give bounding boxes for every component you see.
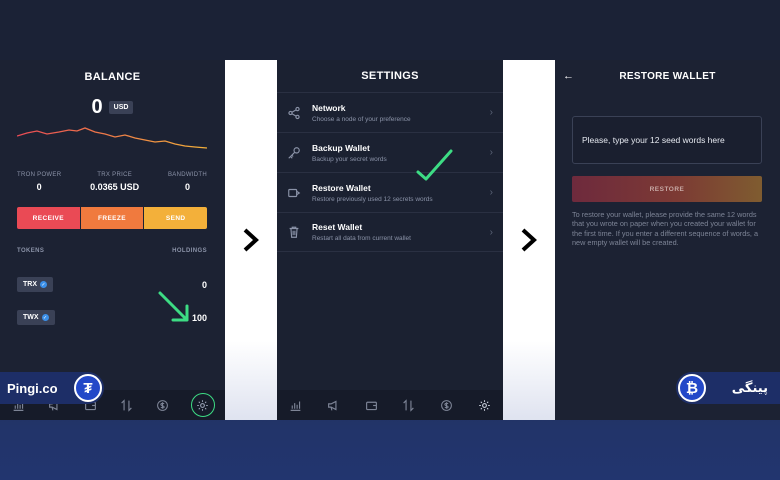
restore-wallet-screen: ← RESTORE WALLET Please, type your 12 se… [555,60,780,420]
stat-label: TRX PRICE [97,172,133,178]
balance-screen: BALANCE 0 USD TRON POWER 0 TRX PRICE 0.0… [0,60,225,420]
freeze-button[interactable]: FREEZE [80,207,144,229]
step-divider [225,60,277,420]
chevron-right-icon: › [489,107,493,118]
stat-label: TRON POWER [17,172,62,178]
bitcoin-coin-icon: ₿ [678,374,706,402]
chevron-right-icon: › [489,226,493,238]
gear-icon[interactable] [190,393,215,417]
bottom-nav [277,390,503,420]
balance-row: 0 USD [0,96,225,119]
settings-item-title: Network [312,102,346,113]
token-symbol: TRX [23,281,37,288]
wallet-restore-icon [288,188,301,197]
stat-value: 0.0365 USD [90,182,140,192]
transfer-icon[interactable] [401,397,417,413]
token-symbol: TWX [23,314,39,321]
settings-item-title: Restore Wallet [312,182,371,193]
settings-item-restore-wallet[interactable]: Restore Wallet Restore previously used 1… [277,172,503,212]
page-title: SETTINGS [361,70,419,82]
settings-item-subtitle: Restore previously used 12 secrets words [312,195,433,203]
share-icon [288,106,300,119]
stat-value: 0 [36,182,42,192]
chevron-right-icon: › [489,147,493,158]
stat-value: 0 [184,182,190,192]
watermark-text: Pingi.co [7,380,58,396]
tokens-label: TOKENS [17,248,45,254]
megaphone-icon[interactable] [325,397,341,413]
dollar-icon[interactable] [155,397,171,413]
settings-screen: SETTINGS Network Choose a node of your p… [277,60,503,420]
send-button[interactable]: SEND [144,207,207,229]
restore-button[interactable]: RESTORE [572,176,762,202]
key-icon [288,146,300,159]
gear-icon[interactable] [476,397,492,413]
holdings-label: HOLDINGS [172,248,207,254]
price-sparkline [17,127,207,149]
settings-item-reset-wallet[interactable]: Reset Wallet Restart all data from curre… [277,212,503,252]
token-badge: TWX ✓ [17,310,55,325]
settings-list: Network Choose a node of your preference… [277,92,503,252]
settings-item-network[interactable]: Network Choose a node of your preference… [277,92,503,132]
token-holding: 0 [201,279,207,290]
tokens-header: TOKENS HOLDINGS [17,248,207,254]
stats-row: TRON POWER 0 TRX PRICE 0.0365 USD BANDWI… [17,172,207,192]
seed-words-input[interactable]: Please, type your 12 seed words here [572,116,762,164]
stat-tron-power: TRON POWER 0 [17,172,61,192]
stat-trx-price: TRX PRICE 0.0365 USD [90,172,139,192]
stat-label: BANDWIDTH [167,172,207,178]
watermark-text: پینگی [731,380,768,395]
settings-item-subtitle: Restart all data from current wallet [312,235,411,242]
restore-instructions: To restore your wallet, please provide t… [572,210,759,248]
receive-button[interactable]: RECEIVE [17,207,80,229]
settings-item-subtitle: Backup your secret words [312,155,387,163]
balance-amount: 0 [91,96,103,118]
page-title: BALANCE [84,71,141,83]
annotation-arrow-icon [158,291,189,322]
chart-icon[interactable] [288,397,304,413]
transfer-icon[interactable] [119,397,135,413]
token-holding: 100 [191,312,207,323]
step-divider [503,60,555,420]
verified-icon: ✓ [41,314,49,321]
action-buttons: RECEIVE FREEZE SEND [17,207,207,229]
verified-icon: ✓ [40,281,47,288]
token-badge: TRX ✓ [17,277,53,292]
chevron-right-icon [521,228,537,252]
wallet-icon[interactable] [363,397,379,413]
annotation-check-icon [416,149,453,181]
tether-coin-icon: ₮ [74,374,102,402]
chevron-right-icon [243,228,259,252]
chevron-right-icon: › [489,187,493,198]
settings-item-title: Reset Wallet [312,222,363,232]
dollar-icon[interactable] [438,397,454,413]
trash-icon [289,226,299,238]
settings-item-title: Backup Wallet [312,142,370,153]
settings-item-backup-wallet[interactable]: Backup Wallet Backup your secret words › [277,132,503,172]
page-title: RESTORE WALLET [619,71,716,82]
watermark-logo-right: ₿ پینگی [676,372,780,404]
settings-item-subtitle: Choose a node of your preference [312,115,411,123]
currency-badge[interactable]: USD [108,101,134,114]
watermark-logo-left: Pingi.co ₮ [0,372,104,404]
stat-bandwidth: BANDWIDTH 0 [168,172,207,192]
